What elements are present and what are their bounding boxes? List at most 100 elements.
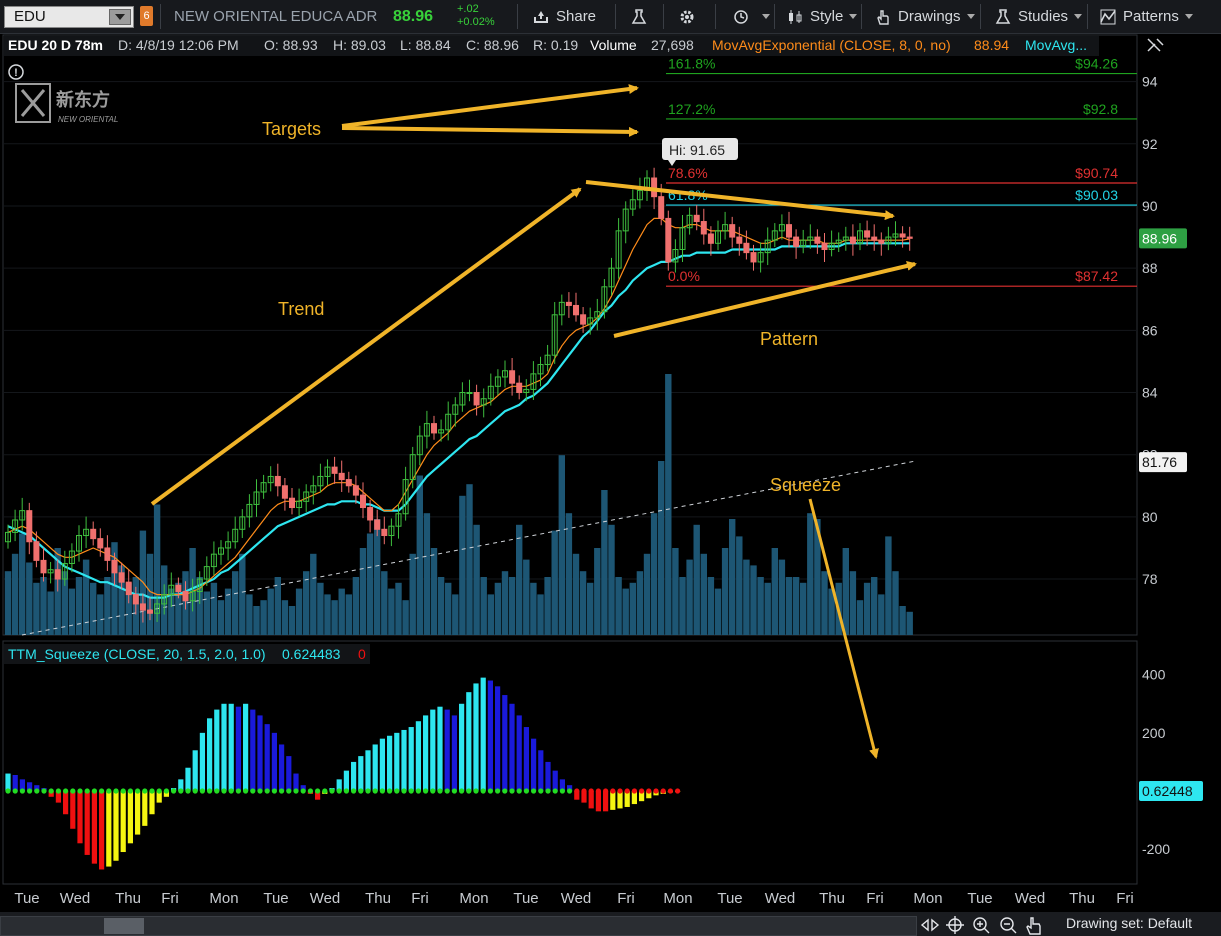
ema-label[interactable]: MovAvgExponential (CLOSE, 8, 0, no) [712,37,951,53]
volume-bar [693,524,700,635]
volume-bar [587,582,594,635]
squeeze-bar [351,761,357,791]
price-tick-label: 84 [1142,385,1158,401]
volume-bar [310,553,317,635]
zoom-out-icon[interactable] [1000,917,1017,934]
time-tick-label: Mon [913,890,942,907]
squeeze-dot [559,788,566,794]
squeeze-dot [538,788,544,794]
expand-icon[interactable] [920,918,940,932]
ema2-label[interactable]: MovAvg... [1025,37,1087,53]
volume-bar [331,600,338,635]
volume-label[interactable]: Volume [590,37,637,53]
chevron-down-icon [849,14,858,19]
crosshair-icon[interactable] [946,916,964,934]
link-badge[interactable]: 6 [140,6,153,26]
squeeze-bar [372,744,378,791]
squeeze-bar [603,790,609,812]
share-button[interactable]: Share [532,0,596,33]
squeeze-bar [286,756,292,791]
patterns-button[interactable]: Patterns [1099,0,1193,33]
settings-button[interactable] [678,0,702,33]
squeeze-bar [99,790,105,870]
volume-bar [601,490,608,635]
volume-bar [572,553,580,635]
price-tick-label: 86 [1142,322,1158,338]
time-tick-label: Fri [866,890,884,907]
volume-bar [643,553,651,635]
squeeze-dot [379,788,385,794]
squeeze-dot [408,788,414,794]
symbol-dropdown-button[interactable] [109,9,131,25]
fib-price-label: $92.8 [1083,101,1118,117]
squeeze-dot [487,788,493,794]
dashed-line-tag: 81.76 [1142,454,1177,470]
squeeze-dot [149,788,155,794]
time-button[interactable] [732,0,770,33]
squeeze-bar [113,790,119,861]
candle-body [821,242,828,251]
volume-bar [40,577,47,635]
squeeze-tick-label: 200 [1142,725,1166,741]
squeeze-dot [653,788,659,794]
volume-bar [366,533,374,635]
squeeze-dot [675,788,681,794]
volume-bar [466,484,473,635]
time-tick-label: Thu [365,890,391,907]
scroll-thumb[interactable] [104,918,144,934]
volume-bar [686,559,693,635]
squeeze-bar [84,790,90,855]
squeeze-dot [185,788,191,794]
squeeze-label[interactable]: TTM_Squeeze (CLOSE, 20, 1.5, 2.0, 1.0) [8,646,266,662]
volume-bar [899,606,906,635]
symbol-input[interactable]: EDU [4,6,134,28]
volume-bar [878,594,885,635]
squeeze-dot [300,788,306,794]
volume-bar [4,571,12,635]
squeeze-dot [646,788,652,794]
studies-label: Studies [1018,8,1069,25]
volume-bar [338,588,345,635]
pan-hand-icon[interactable] [1026,917,1041,935]
volume-bar [551,530,558,635]
candle-body [786,224,792,238]
candle-body [132,594,139,605]
squeeze-bar [207,718,213,791]
price-tick-label: 90 [1142,198,1158,214]
style-button[interactable]: Style [786,0,858,33]
studies-button[interactable]: Studies [994,0,1083,33]
squeeze-dot [271,788,277,794]
squeeze-dot [437,788,443,794]
volume-value: 27,698 [651,37,694,53]
volume-bar [423,513,431,635]
price-tick-label: 88 [1142,260,1158,276]
squeeze-dot [610,788,616,794]
squeeze-bar [250,709,256,791]
time-tick-label: Wed [310,890,341,907]
volume-bar [210,582,218,635]
drawing-set-label[interactable]: Drawing set: Default [1066,915,1192,931]
drawings-button[interactable]: Drawings [874,0,975,33]
volume-bar [11,553,19,635]
squeeze-dot [19,788,25,794]
squeeze-dot [199,788,205,794]
chart-area[interactable]: EDU 20 D 78m D: 4/8/19 12:06 PM O: 88.93… [0,34,1221,912]
toolbar-separator [615,4,616,29]
squeeze-dot [444,788,450,794]
flask-button[interactable] [630,0,654,33]
squeeze-bar [379,738,385,791]
candle-body [516,382,523,394]
squeeze-bar [63,790,69,815]
candle-body [743,242,750,254]
squeeze-bar [523,727,529,791]
squeeze-bar [595,790,601,812]
volume-bar [757,577,764,635]
squeeze-dot [387,788,393,794]
zoom-in-icon[interactable] [973,917,990,934]
squeeze-dot [156,788,162,794]
volume-bar [821,571,828,635]
aggregation-label[interactable]: EDU 20 D 78m [8,37,103,53]
pct-change: +0.02% [457,16,495,28]
candle-body [331,466,338,474]
squeeze-dot [257,788,263,794]
